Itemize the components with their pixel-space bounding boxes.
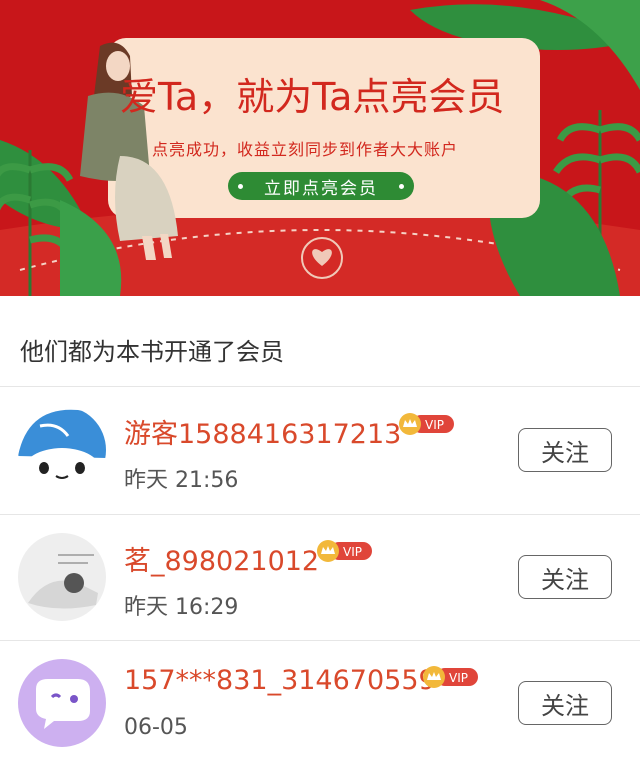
avatar-image (18, 406, 106, 494)
member-time: 昨天 21:56 (124, 468, 239, 493)
vip-badge-icon: VIP (317, 540, 372, 562)
member-name[interactable]: 茗_898021012 (124, 539, 319, 578)
vip-label: VIP (425, 418, 444, 432)
member-name[interactable]: 游客1588416317213 (124, 412, 401, 451)
member-row[interactable]: 游客1588416317213 VIP 昨天 21:56 关注 (0, 388, 640, 514)
cta-right-dot (399, 184, 404, 189)
avatar[interactable] (18, 659, 106, 747)
banner-headline: 爱Ta，就为Ta点亮会员 (120, 75, 505, 119)
member-row[interactable]: 157***831_314670559 VIP 06-05 关注 (0, 641, 640, 767)
section-title: 他们都为本书开通了会员 (20, 338, 284, 366)
member-name[interactable]: 157***831_314670559 (124, 665, 436, 696)
follow-button[interactable]: 关注 (518, 428, 612, 472)
vip-label: VIP (343, 545, 362, 559)
avatar-image (18, 659, 106, 747)
follow-button[interactable]: 关注 (518, 681, 612, 725)
cta-left-dot (238, 184, 243, 189)
avatar[interactable] (18, 533, 106, 621)
divider (0, 386, 640, 387)
vip-badge-icon: VIP (423, 666, 478, 688)
avatar-image (18, 533, 106, 621)
member-time: 06-05 (124, 715, 188, 740)
member-row[interactable]: 茗_898021012 VIP 昨天 16:29 关注 (0, 515, 640, 641)
activate-membership-button[interactable]: 立即点亮会员 (228, 172, 414, 200)
cta-label: 立即点亮会员 (264, 178, 378, 199)
vip-badge-icon: VIP (399, 413, 454, 435)
banner-subline: 点亮成功，收益立刻同步到作者大大账户 (152, 140, 459, 159)
member-time: 昨天 16:29 (124, 595, 239, 620)
avatar[interactable] (18, 406, 106, 494)
follow-button[interactable]: 关注 (518, 555, 612, 599)
promo-banner[interactable]: 爱Ta，就为Ta点亮会员 点亮成功，收益立刻同步到作者大大账户 立即点亮会员 (0, 0, 640, 296)
vip-label: VIP (449, 671, 468, 685)
